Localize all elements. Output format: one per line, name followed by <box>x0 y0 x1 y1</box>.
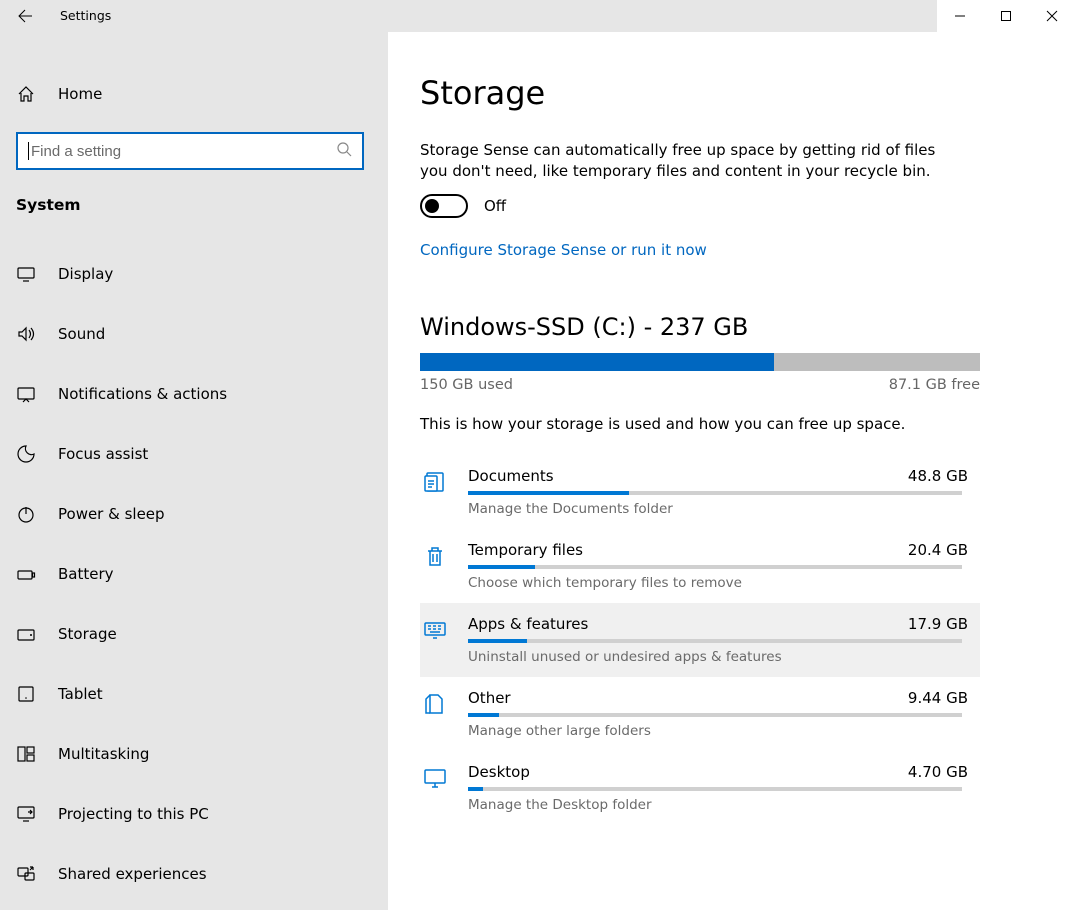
sidebar-section-label: System <box>0 186 388 230</box>
sidebar-item-sound[interactable]: Sound <box>0 304 388 364</box>
home-icon <box>16 84 36 104</box>
category-label: Other <box>468 689 511 707</box>
sidebar-item-label: Focus assist <box>58 445 148 463</box>
category-hint: Choose which temporary files to remove <box>468 575 968 591</box>
documents-icon <box>420 467 450 495</box>
category-label: Desktop <box>468 763 530 781</box>
sidebar-item-focus-assist[interactable]: Focus assist <box>0 424 388 484</box>
category-label: Temporary files <box>468 541 583 559</box>
sidebar-item-storage[interactable]: Storage <box>0 604 388 664</box>
display-icon <box>16 264 36 284</box>
projecting-icon <box>16 804 36 824</box>
page-title: Storage <box>420 74 980 112</box>
tablet-icon <box>16 684 36 704</box>
sound-icon <box>16 324 36 344</box>
storage-category-other[interactable]: Other 9.44 GB Manage other large folders <box>420 677 980 751</box>
storage-category-temp[interactable]: Temporary files 20.4 GB Choose which tempo… <box>420 529 980 603</box>
storage-category-desktop[interactable]: Desktop 4.70 GB Manage the Desktop folder <box>420 751 980 825</box>
category-size: 20.4 GB <box>908 541 968 559</box>
sidebar-item-label: Shared experiences <box>58 865 207 883</box>
sidebar-item-label: Home <box>58 85 102 103</box>
sidebar-item-tablet[interactable]: Tablet <box>0 664 388 724</box>
storage-category-apps[interactable]: Apps & features 17.9 GB Uninstall unused o… <box>420 603 980 677</box>
sidebar-item-label: Power & sleep <box>58 505 165 523</box>
storage-sense-toggle-label: Off <box>484 197 506 215</box>
sidebar-item-display[interactable]: Display <box>0 244 388 304</box>
category-usage-bar <box>468 713 962 717</box>
search-icon <box>336 141 352 161</box>
maximize-icon <box>1000 10 1012 22</box>
category-hint: Manage other large folders <box>468 723 968 739</box>
drive-usage-bar <box>420 353 980 371</box>
category-hint: Manage the Desktop folder <box>468 797 968 813</box>
category-size: 4.70 GB <box>908 763 968 781</box>
category-label: Apps & features <box>468 615 588 633</box>
back-button[interactable] <box>10 0 40 32</box>
category-size: 17.9 GB <box>908 615 968 633</box>
storage-icon <box>16 624 36 644</box>
sidebar-item-multitasking[interactable]: Multitasking <box>0 724 388 784</box>
drive-used-label: 150 GB used <box>420 377 513 393</box>
sidebar-item-projecting[interactable]: Projecting to this PC <box>0 784 388 844</box>
window-title: Settings <box>60 0 111 32</box>
sidebar-item-label: Display <box>58 265 113 283</box>
category-size: 48.8 GB <box>908 467 968 485</box>
content-pane: Storage Storage Sense can automatically … <box>388 32 1075 910</box>
drive-free-label: 87.1 GB free <box>889 377 980 393</box>
power-sleep-icon <box>16 504 36 524</box>
other-icon <box>420 689 450 717</box>
category-usage-bar <box>468 787 962 791</box>
category-size: 9.44 GB <box>908 689 968 707</box>
storage-sense-toggle[interactable] <box>420 194 468 218</box>
category-hint: Uninstall unused or undesired apps & fea… <box>468 649 968 665</box>
toggle-knob <box>425 199 439 213</box>
arrow-left-icon <box>17 8 33 24</box>
sidebar-item-notifications[interactable]: Notifications & actions <box>0 364 388 424</box>
notifications-icon <box>16 384 36 404</box>
multitasking-icon <box>16 744 36 764</box>
close-icon <box>1046 10 1058 22</box>
category-usage-bar <box>468 639 962 643</box>
storage-sense-description: Storage Sense can automatically free up … <box>420 140 950 182</box>
configure-storage-sense-link[interactable]: Configure Storage Sense or run it now <box>420 241 707 259</box>
sidebar-item-label: Storage <box>58 625 117 643</box>
sidebar-item-shared-exp[interactable]: Shared experiences <box>0 844 388 904</box>
apps-icon <box>420 615 450 643</box>
battery-icon <box>16 564 36 584</box>
sidebar-item-home[interactable]: Home <box>0 72 388 116</box>
category-hint: Manage the Documents folder <box>468 501 968 517</box>
focus-assist-icon <box>16 444 36 464</box>
search-box[interactable] <box>16 132 364 170</box>
drive-usage-description: This is how your storage is used and how… <box>420 415 980 433</box>
sidebar-item-power-sleep[interactable]: Power & sleep <box>0 484 388 544</box>
sidebar-item-label: Multitasking <box>58 745 149 763</box>
maximize-button[interactable] <box>983 0 1029 32</box>
sidebar-item-label: Notifications & actions <box>58 385 227 403</box>
drive-title: Windows-SSD (C:) - 237 GB <box>420 313 980 341</box>
storage-category-documents[interactable]: Documents 48.8 GB Manage the Documents fol… <box>420 455 980 529</box>
temp-icon <box>420 541 450 569</box>
sidebar-item-label: Sound <box>58 325 105 343</box>
category-label: Documents <box>468 467 554 485</box>
desktop-icon <box>420 763 450 791</box>
sidebar-item-label: Battery <box>58 565 114 583</box>
sidebar-item-label: Tablet <box>58 685 103 703</box>
sidebar-item-battery[interactable]: Battery <box>0 544 388 604</box>
category-usage-bar <box>468 565 962 569</box>
sidebar-item-label: Projecting to this PC <box>58 805 209 823</box>
close-button[interactable] <box>1029 0 1075 32</box>
category-usage-bar <box>468 491 962 495</box>
shared-exp-icon <box>16 864 36 884</box>
sidebar: Home System Display Sound Notifications & … <box>0 32 388 910</box>
minimize-button[interactable] <box>937 0 983 32</box>
search-input[interactable] <box>29 142 336 161</box>
minimize-icon <box>954 10 966 22</box>
